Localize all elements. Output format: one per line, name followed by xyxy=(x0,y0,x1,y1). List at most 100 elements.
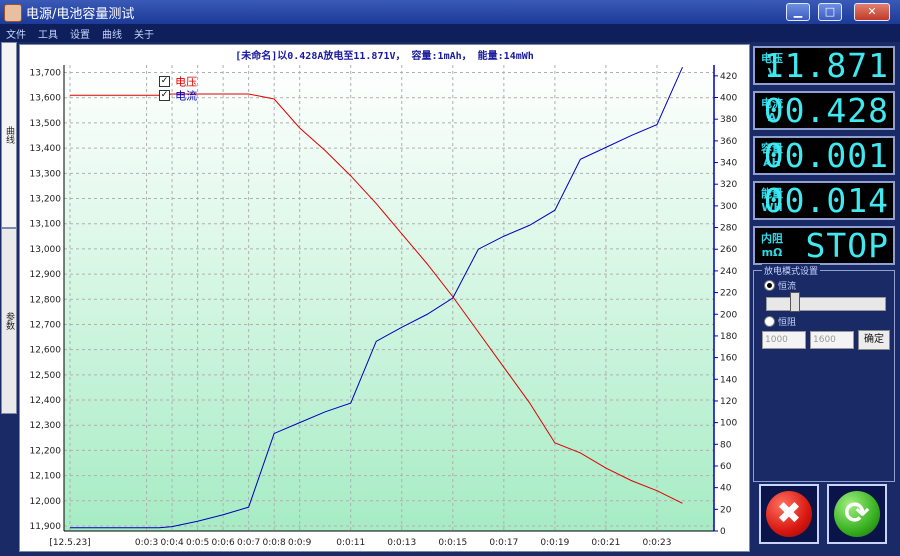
x-tick-label: 0:0:7 xyxy=(237,538,260,548)
y-right-tick-label: 80 xyxy=(720,440,732,450)
meter-voltage-value: 11.871 xyxy=(763,46,889,85)
meter-resistance-label: 内阻 xyxy=(761,232,783,245)
y-left-tick-label: 12,700 xyxy=(30,320,62,330)
y-right-tick-label: 200 xyxy=(720,310,737,320)
x-tick-label: 0:0:11 xyxy=(336,538,365,548)
x-tick-label: 0:0:15 xyxy=(438,538,467,548)
meter-resistance: 内阻 mΩ STOP xyxy=(753,226,895,265)
field-low[interactable]: 1000 xyxy=(762,331,806,349)
menu-settings[interactable]: 设置 xyxy=(70,26,90,41)
discharge-mode-group: 放电模式设置 恒流 恒阻 1000 1600 确定 xyxy=(753,264,895,482)
y-right-tick-label: 340 xyxy=(720,159,737,169)
tab-curve[interactable]: 曲线 xyxy=(1,42,17,228)
meter-current-value: 00.428 xyxy=(763,91,889,130)
meter-capacity: 容量 AH 00.001 xyxy=(753,136,895,175)
side-tab-bar: 曲线 参数 xyxy=(0,42,18,556)
x-tick-label: 0:0:5 xyxy=(186,538,209,548)
y-right-tick-label: 260 xyxy=(720,245,737,255)
y-left-tick-label: 12,500 xyxy=(30,371,62,381)
x-tick-label: 0:0:13 xyxy=(387,538,416,548)
y-left-tick-label: 13,500 xyxy=(30,119,62,129)
radio-constant-resistance[interactable] xyxy=(764,316,775,327)
legend-item-current[interactable]: ✓ 电流 xyxy=(159,85,197,103)
y-left-tick-label: 12,000 xyxy=(30,497,62,507)
title-bar: 电源/电池容量测试 ▁ □ ✕ xyxy=(0,0,900,24)
radio-constant-current-label: 恒流 xyxy=(778,282,797,292)
stop-button[interactable]: ✖ xyxy=(759,484,819,544)
x-tick-label: 0:0:9 xyxy=(288,538,312,548)
y-left-tick-label: 12,800 xyxy=(30,295,62,305)
y-left-tick-label: 12,100 xyxy=(30,472,62,482)
y-left-tick-label: 13,300 xyxy=(30,169,62,179)
y-right-tick-label: 320 xyxy=(720,180,737,190)
y-left-tick-label: 12,600 xyxy=(30,346,62,356)
y-left-tick-label: 13,100 xyxy=(30,220,62,230)
y-right-tick-label: 0 xyxy=(720,527,726,537)
legend-label-current: 电流 xyxy=(175,89,198,103)
meter-capacity-value: 00.001 xyxy=(763,136,889,175)
menu-tools[interactable]: 工具 xyxy=(38,26,58,41)
chart-title: [未命名]以0.428A放电至11.871V， 容量:1mAh， 能量:14mW… xyxy=(235,51,534,62)
slider-thumb[interactable] xyxy=(790,292,800,312)
menu-curve[interactable]: 曲线 xyxy=(102,26,122,41)
menu-bar: 文件 工具 设置 曲线 关于 xyxy=(0,24,900,42)
meter-energy-value: 00.014 xyxy=(763,181,889,220)
menu-file[interactable]: 文件 xyxy=(6,26,26,41)
radio-constant-current[interactable] xyxy=(764,280,775,291)
y-left-tick-label: 11,900 xyxy=(30,522,62,532)
y-left-tick-label: 13,400 xyxy=(30,144,62,154)
x-tick-label: [12.5.23] xyxy=(49,538,90,548)
minimize-button[interactable]: ▁ xyxy=(786,3,810,21)
maximize-button[interactable]: □ xyxy=(818,3,842,21)
discharge-mode-title: 放电模式设置 xyxy=(762,264,821,277)
menu-about[interactable]: 关于 xyxy=(134,26,154,41)
tab-params[interactable]: 参数 xyxy=(1,228,17,414)
y-left-tick-label: 13,000 xyxy=(30,245,62,255)
close-button[interactable]: ✕ xyxy=(854,3,890,21)
slider-track[interactable] xyxy=(766,297,886,311)
x-tick-label: 0:0:21 xyxy=(591,538,620,548)
y-left-tick-label: 13,600 xyxy=(30,94,62,104)
window-title: 电源/电池容量测试 xyxy=(26,7,135,22)
x-tick-label: 0:0:23 xyxy=(642,538,671,548)
y-right-tick-label: 280 xyxy=(720,224,737,234)
y-right-tick-label: 140 xyxy=(720,375,737,385)
x-tick-label: 0:0:19 xyxy=(540,538,569,548)
y-left-tick-label: 12,900 xyxy=(30,270,62,280)
y-right-tick-label: 20 xyxy=(720,505,732,515)
refresh-icon: ⟳ xyxy=(844,496,870,531)
y-left-tick-label: 13,200 xyxy=(30,195,62,205)
y-right-tick-label: 160 xyxy=(720,354,737,364)
y-left-tick-label: 12,200 xyxy=(30,446,62,456)
meter-current: 电流 A 00.428 xyxy=(753,91,895,130)
right-panel: 电压 V 11.871 电流 A 00.428 容量 AH 00.001 能量 WH 0… xyxy=(751,44,897,550)
field-high[interactable]: 1600 xyxy=(810,331,854,349)
plot-area xyxy=(64,65,714,531)
y-right-tick-label: 420 xyxy=(720,72,737,82)
y-left-tick-label: 12,300 xyxy=(30,421,62,431)
y-right-tick-label: 100 xyxy=(720,419,737,429)
stop-x-icon: ✖ xyxy=(776,496,802,531)
meter-resistance-unit: mΩ xyxy=(761,246,783,259)
x-tick-label: 0:0:4 xyxy=(160,538,184,548)
y-right-tick-label: 220 xyxy=(720,289,737,299)
confirm-button[interactable]: 确定 xyxy=(858,330,890,350)
legend-checkbox-current[interactable]: ✓ xyxy=(159,90,170,101)
legend-item-voltage[interactable]: ✓ 电压 xyxy=(159,71,197,89)
meter-voltage: 电压 V 11.871 xyxy=(753,46,895,85)
y-right-tick-label: 60 xyxy=(720,462,732,472)
x-tick-label: 0:0:3 xyxy=(135,538,158,548)
x-tick-label: 0:0:17 xyxy=(489,538,518,548)
start-button[interactable]: ⟳ xyxy=(827,484,887,544)
y-right-tick-label: 400 xyxy=(720,94,737,104)
y-left-tick-label: 13,700 xyxy=(30,69,62,79)
x-tick-label: 0:0:6 xyxy=(211,538,235,548)
chart-panel: [12.5.23] 0:0:3 0:0:4 0:0:5 0:0:6 0:0:7 0:0:8 0… xyxy=(19,44,750,552)
y-left-tick-label: 12,400 xyxy=(30,396,62,406)
x-tick-label: 0:0:8 xyxy=(263,538,287,548)
meter-energy: 能量 WH 00.014 xyxy=(753,181,895,220)
radio-constant-resistance-label: 恒阻 xyxy=(778,318,797,328)
chart-canvas: [12.5.23] 0:0:3 0:0:4 0:0:5 0:0:6 0:0:7 0:0:8 0… xyxy=(30,65,737,548)
y-right-tick-label: 180 xyxy=(720,332,737,342)
y-right-tick-label: 360 xyxy=(720,137,737,147)
